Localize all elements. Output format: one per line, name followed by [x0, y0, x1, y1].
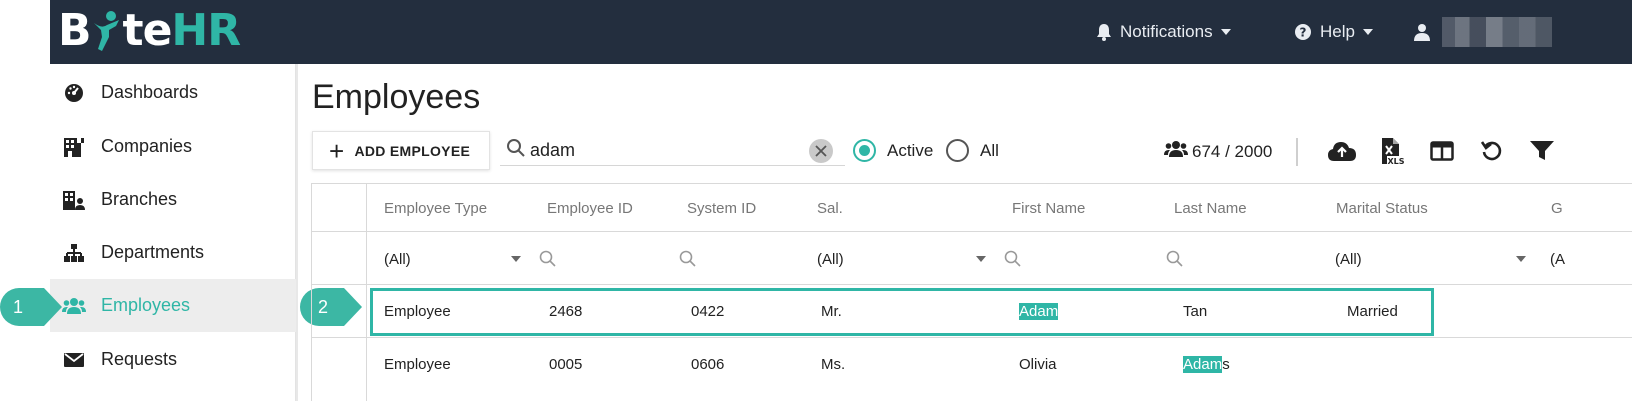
- users-icon: [62, 294, 86, 318]
- sidebar-item-label: Dashboards: [101, 82, 199, 102]
- column-header-employee-id[interactable]: Employee ID: [547, 200, 633, 217]
- radio-selected-icon: [853, 139, 876, 162]
- reset-icon[interactable]: [1476, 136, 1508, 166]
- user-icon: [1414, 23, 1430, 41]
- search-icon[interactable]: [679, 250, 697, 273]
- grid-divider: [312, 231, 1632, 232]
- chevron-down-icon[interactable]: [1516, 256, 1526, 262]
- search-icon[interactable]: [1004, 250, 1022, 273]
- employee-type-filter[interactable]: (All): [384, 251, 411, 268]
- search-input[interactable]: [530, 139, 800, 161]
- add-employee-label: ADD EMPLOYEE: [354, 142, 471, 159]
- sidebar-item-departments[interactable]: Departments: [50, 226, 296, 279]
- dashboard-gauge-icon: [62, 81, 86, 105]
- notifications-menu[interactable]: Notifications: [1096, 0, 1231, 64]
- bell-icon: [1096, 23, 1112, 41]
- search-icon[interactable]: [539, 250, 557, 273]
- callout-number: 1: [12, 296, 23, 317]
- logo-letters-hr: HR: [171, 4, 241, 56]
- logo-letters-te: te: [122, 4, 173, 56]
- top-navbar: B te HR Notifications ? Help: [50, 0, 1632, 64]
- cell-system-id[interactable]: 0606: [691, 356, 724, 373]
- cell-salutation[interactable]: Ms.: [821, 356, 845, 373]
- cell-last-name[interactable]: Adams: [1183, 356, 1230, 373]
- branch-building-icon: [62, 188, 86, 212]
- filter-icon[interactable]: [1526, 136, 1558, 166]
- column-header-first-name[interactable]: First Name: [1012, 200, 1085, 217]
- cell-employee-type[interactable]: Employee: [384, 356, 451, 373]
- users-icon: [1164, 140, 1188, 163]
- svg-text:XLS: XLS: [1387, 157, 1404, 165]
- svg-text:?: ?: [1300, 26, 1307, 40]
- column-header-last-name[interactable]: Last Name: [1174, 200, 1247, 217]
- cloud-upload-icon[interactable]: [1326, 136, 1358, 166]
- notifications-label: Notifications: [1120, 22, 1213, 41]
- column-header-marital-status[interactable]: Marital Status: [1336, 200, 1428, 217]
- search-icon[interactable]: [1166, 250, 1184, 273]
- step-callout-1: 1: [0, 288, 62, 326]
- help-label: Help: [1320, 22, 1355, 41]
- sidebar-item-employees[interactable]: Employees: [50, 279, 296, 332]
- help-menu[interactable]: ? Help: [1294, 0, 1373, 64]
- bytehr-logo[interactable]: B te HR: [58, 4, 241, 56]
- radio-unselected-icon: [946, 139, 969, 162]
- radio-active[interactable]: Active: [853, 139, 933, 162]
- sidebar-item-dashboards[interactable]: Dashboards: [50, 66, 296, 119]
- logo-letter-b: B: [58, 4, 92, 56]
- page-title: Employees: [312, 78, 481, 116]
- building-icon: [62, 135, 86, 159]
- search-match: Adam: [1183, 356, 1223, 373]
- callout-number: 2: [317, 296, 328, 317]
- user-menu[interactable]: [1414, 0, 1552, 64]
- sidebar: Dashboards Companies Branches Department…: [50, 64, 296, 401]
- salutation-filter[interactable]: (All): [817, 251, 844, 268]
- chevron-down-icon: [1362, 29, 1373, 35]
- radio-all[interactable]: All: [946, 139, 999, 162]
- column-chooser-icon[interactable]: [1426, 136, 1458, 166]
- export-xls-icon[interactable]: XLS: [1376, 136, 1408, 166]
- redacted-username: [1442, 17, 1552, 47]
- add-employee-button[interactable]: + ADD EMPLOYEE: [312, 131, 490, 170]
- sidebar-item-requests[interactable]: Requests: [50, 333, 296, 386]
- column-header-employee-type[interactable]: Employee Type: [384, 200, 487, 217]
- truncated-column-filter[interactable]: (A: [1550, 251, 1565, 268]
- radio-active-label: Active: [887, 140, 934, 160]
- column-header-system-id[interactable]: System ID: [687, 200, 756, 217]
- employee-search: [500, 135, 845, 166]
- search-icon: [506, 138, 526, 163]
- employee-count: 674 / 2000: [1164, 140, 1272, 163]
- employee-count-text: 674 / 2000: [1192, 141, 1273, 161]
- grid-divider: [312, 337, 1632, 338]
- cell-first-name[interactable]: Olivia: [1019, 356, 1057, 373]
- last-name-rest: s: [1222, 356, 1230, 373]
- row-selector-column: [312, 184, 367, 401]
- org-chart-icon: [62, 241, 86, 265]
- sidebar-item-label: Requests: [101, 349, 178, 369]
- logo-figure-icon: [92, 7, 122, 53]
- column-header-truncated[interactable]: G: [1551, 200, 1563, 217]
- sidebar-item-companies[interactable]: Companies: [50, 120, 296, 173]
- sidebar-item-branches[interactable]: Branches: [50, 173, 296, 226]
- sidebar-item-label: Companies: [101, 136, 193, 156]
- chevron-down-icon[interactable]: [976, 256, 986, 262]
- cell-employee-id[interactable]: 0005: [549, 356, 582, 373]
- envelope-icon: [62, 348, 86, 372]
- sidebar-item-label: Employees: [101, 295, 191, 315]
- radio-all-label: All: [980, 140, 999, 160]
- toolbar-divider: [1296, 138, 1298, 166]
- selected-row-highlight: [370, 288, 1434, 336]
- chevron-down-icon[interactable]: [511, 256, 521, 262]
- chevron-down-icon: [1220, 29, 1231, 35]
- sidebar-item-label: Branches: [101, 189, 178, 209]
- column-header-salutation[interactable]: Sal.: [817, 200, 843, 217]
- question-circle-icon: ?: [1294, 23, 1312, 41]
- grid-divider: [312, 284, 1632, 285]
- marital-status-filter[interactable]: (All): [1335, 251, 1362, 268]
- sidebar-item-label: Departments: [101, 242, 205, 262]
- plus-icon: +: [329, 135, 345, 166]
- clear-search-icon[interactable]: [809, 139, 833, 163]
- sidebar-divider: [296, 64, 298, 401]
